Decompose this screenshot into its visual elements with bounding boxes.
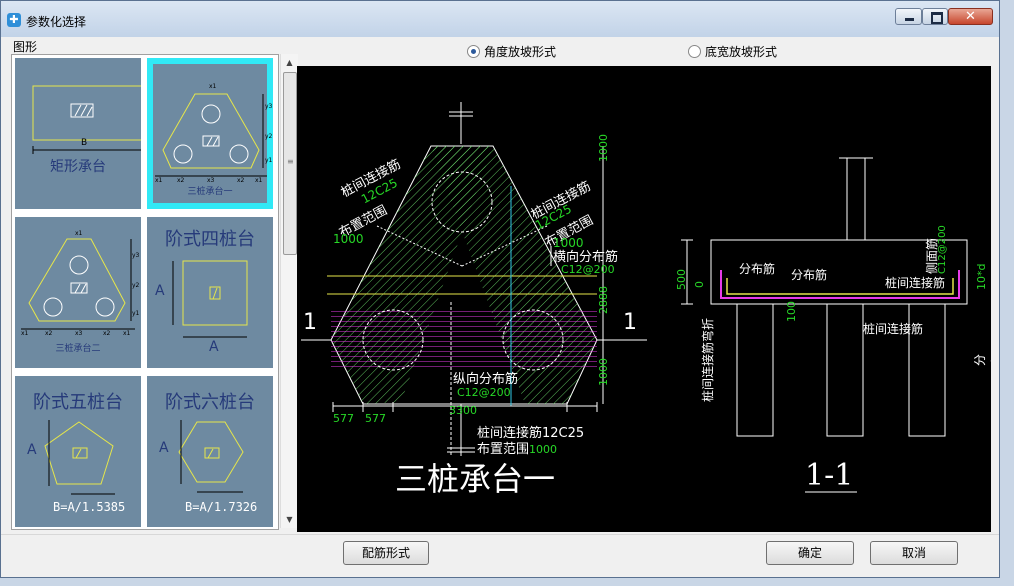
sec-dist-bar-1: 分布筋: [739, 262, 776, 276]
section-mark-right: 1: [623, 310, 637, 335]
svg-text:x3: x3: [75, 330, 83, 337]
svg-text:y1: y1: [132, 310, 140, 317]
scroll-down-icon[interactable]: ▼: [281, 511, 298, 528]
svg-text:x2: x2: [103, 330, 111, 337]
section-title: 1-1: [805, 458, 854, 493]
dim-a-label: A: [159, 440, 169, 456]
dim-3300: 3300: [449, 404, 477, 417]
dim-1000-bottom: 1000: [597, 358, 610, 386]
footer-separator: [1, 534, 999, 535]
sec-dim-100: 100: [785, 301, 798, 322]
shape-thumb-step-five-pile[interactable]: 阶式五桩台 A B=A/1.5385: [15, 376, 141, 527]
window-title: 参数化选择: [26, 15, 87, 29]
sec-dist-bend: 分布筋弯折: [973, 353, 991, 366]
svg-text:x1: x1: [155, 177, 163, 184]
sec-side-bar-spec: C12@200: [937, 225, 948, 274]
dim-a-bottom-label: A: [209, 339, 219, 355]
sec-dim-0: 0: [693, 281, 706, 288]
sec-link-bar-2: 桩间连接筋: [863, 322, 924, 336]
svg-text:x3: x3: [207, 177, 215, 184]
dim-2888: 2888: [597, 286, 610, 314]
label-longitudinal-spec: C12@200: [457, 386, 511, 399]
sec-dist-bar-2: 分布筋: [791, 268, 828, 282]
sec-dim-10d: 10*d: [975, 263, 988, 290]
dim-b-label: B: [81, 138, 88, 148]
thumb-caption: 矩形承台: [50, 159, 106, 175]
shape-thumb-rect-cap[interactable]: B 矩形承台: [15, 58, 141, 209]
thumb-caption: 三桩承台一: [187, 187, 233, 197]
shape-thumb-step-four-pile[interactable]: 阶式四桩台 A A: [147, 217, 273, 368]
label-longitudinal-bar: 纵向分布筋: [453, 372, 519, 387]
label-layout-left-val: 1000: [333, 232, 364, 246]
close-button[interactable]: ✕: [948, 8, 993, 25]
cancel-button[interactable]: 取消: [870, 541, 958, 565]
scroll-thumb[interactable]: ≡: [283, 72, 297, 255]
svg-text:x1: x1: [209, 83, 217, 90]
radio-width-icon[interactable]: [688, 45, 701, 58]
title-bar[interactable]: ✚ 参数化选择 ✕: [1, 1, 999, 37]
drawing-canvas: 桩间连接筋 12C25 布置范围 1000 桩间连接筋 12C25 布置范围 1…: [297, 66, 991, 532]
formula-label: B=A/1.5385: [53, 500, 126, 514]
grip-icon: ≡: [287, 157, 294, 166]
sec-link-bar-1: 桩间连接筋: [885, 276, 946, 290]
svg-text:x2: x2: [237, 177, 245, 184]
scroll-up-icon[interactable]: ▲: [281, 54, 298, 71]
radio-angle-label: 角度放坡形式: [484, 45, 557, 59]
close-icon: ✕: [965, 9, 976, 24]
dim-1000-top: 1000: [597, 134, 610, 162]
label-transverse-spec: C12@200: [561, 263, 615, 276]
svg-text:x1: x1: [75, 230, 83, 237]
shape-thumb-three-pile-1[interactable]: x1 y3 y2 y1 x1 x2 x3 x2 x1 三桩承台一: [147, 58, 273, 209]
minimize-button[interactable]: [895, 8, 922, 25]
dim-577-b: 577: [365, 412, 386, 425]
shape-list: B 矩形承台 x1 y3 y2 y1 x1 x2 x3 x2 x1 三桩承台一 …: [11, 54, 279, 530]
app-icon: ✚: [7, 13, 21, 27]
svg-text:y1: y1: [265, 157, 273, 164]
thumb-caption: 阶式四桩台: [165, 229, 255, 250]
svg-text:y2: y2: [132, 282, 140, 289]
svg-text:x2: x2: [177, 177, 185, 184]
radio-width-label: 底宽放坡形式: [705, 45, 778, 59]
maximize-button[interactable]: [922, 8, 948, 25]
sec-pile-bend: 桩间连接筋弯折: [701, 317, 715, 402]
minimize-icon: [905, 18, 914, 21]
thumb-caption: 阶式五桩台: [33, 392, 123, 413]
svg-text:x1: x1: [123, 330, 131, 337]
svg-text:y3: y3: [132, 252, 140, 259]
drawing-title: 三桩承台一: [395, 460, 556, 498]
svg-text:x1: x1: [21, 330, 29, 337]
shape-thumb-three-pile-2[interactable]: x1 y3 y2 y1 x1 x2 x3 x2 x1 三桩承台二: [15, 217, 141, 368]
thumb-caption: 三桩承台二: [55, 344, 101, 354]
dialog-window: ✚ 参数化选择 ✕ 图形 B 矩形承台 x1 y3 y2 y1 x1 x2 x3…: [0, 0, 1000, 578]
svg-text:y3: y3: [265, 103, 273, 110]
formula-label: B=A/1.7326: [185, 500, 258, 514]
radio-angle-icon[interactable]: [467, 45, 480, 58]
dim-577-a: 577: [333, 412, 354, 425]
dim-a-label: A: [27, 442, 37, 458]
shape-thumb-step-six-pile[interactable]: 阶式六桩台 A B=A/1.7326: [147, 376, 273, 527]
radio-width-slope[interactable]: 底宽放坡形式: [688, 43, 777, 61]
maximize-icon: [931, 12, 943, 24]
svg-text:x2: x2: [45, 330, 53, 337]
radio-angle-slope[interactable]: 角度放坡形式: [467, 43, 556, 61]
dim-a-label: A: [155, 283, 165, 299]
rect-cap-preview: [32, 85, 141, 154]
svg-text:y2: y2: [265, 133, 273, 140]
thumb-caption: 阶式六桩台: [165, 392, 255, 413]
group-label: 图形: [13, 40, 38, 54]
shape-list-scrollbar[interactable]: ▲ ≡ ▼: [280, 54, 298, 528]
rebar-form-button[interactable]: 配筋形式: [343, 541, 429, 565]
svg-text:x1: x1: [255, 177, 263, 184]
ok-button[interactable]: 确定: [766, 541, 854, 565]
sec-dim-500: 500: [675, 269, 688, 290]
shape-panel: 图形 B 矩形承台 x1 y3 y2 y1 x1 x2 x3 x2 x1 三桩承…: [7, 37, 298, 530]
section-mark-left: 1: [303, 310, 317, 335]
